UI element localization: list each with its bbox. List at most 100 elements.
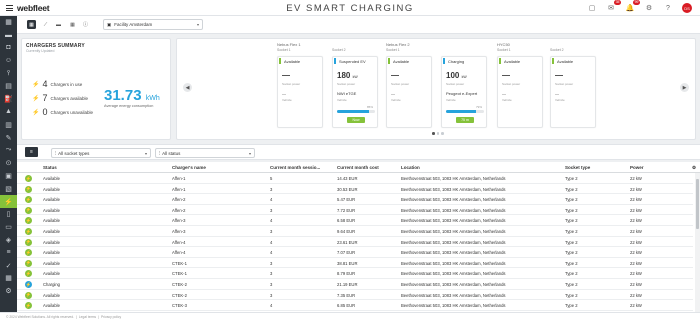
chargers-available: ⚡ 7 Chargers available [32,93,88,103]
table-row[interactable]: ⚡ Available Affen-1 3 30.53 EUR Beethovenstra… [17,184,693,195]
status-plug-icon: ⚡ [25,217,32,225]
pagination-dot[interactable] [436,132,439,135]
gear-icon: ⚙ [5,288,12,296]
privacy-link[interactable]: Privacy policy [101,315,121,319]
sidebar-item-vehicles[interactable]: ▬ [0,29,17,42]
socket-power-number: — [282,71,290,80]
card-action-button[interactable]: 75 m [456,117,474,123]
column-settings-icon[interactable]: ⚙ [692,165,696,171]
column-header-status[interactable]: Status [43,165,57,170]
sidebar-item-people[interactable]: ☺ [0,54,17,67]
sidebar-item-routes[interactable]: ⤳ [0,144,17,157]
status-plug-icon: ⚡ [25,302,32,310]
charger-card[interactable]: Charging 100 kW Socket power Peugeot e-Expe… [441,56,487,128]
facility-select[interactable]: ▣ Facility Amsterdam ▾ [103,19,203,30]
carousel-prev-button[interactable]: ◀ [183,83,192,92]
table-row[interactable]: ⚡ Available CTEK-3 4 6.85 EUR Beethovenstraat… [17,300,693,311]
table-row[interactable]: ⚡ Charging CTEK-2 3 21.19 EUR Beethovenstraat… [17,279,693,290]
sidebar-item-compliance[interactable]: ✓ [0,259,17,272]
building-select-icon: ▣ [107,21,112,27]
chart-view-button[interactable]: ⟋ [41,20,50,29]
sidebar-item-reports[interactable]: ▥ [0,118,17,131]
pagination-dot[interactable] [441,132,444,135]
column-header-power[interactable]: Power [630,165,644,170]
socket-type-filter[interactable]: ⫶ All socket types ▾ [51,148,151,158]
sidebar-item-warnings[interactable]: ▲ [0,106,17,119]
dashboard-view-button[interactable]: ▦ [27,20,36,29]
table-row[interactable]: ⚡ Available Affen-4 4 7.07 EUR Beethovenstraa… [17,247,693,258]
wrench-icon: ✎ [5,134,12,142]
card-status: Suspended EV [334,58,376,64]
card-action-button[interactable]: Now [347,117,365,123]
sidebar-item-list[interactable]: ≡ [0,246,17,259]
card-status-label: Available [284,58,301,64]
plug-icon: ⚡ [4,198,13,206]
settings-icon[interactable]: ⚙ [644,3,654,13]
help-icon[interactable]: ? [663,3,673,13]
column-header-socket-type[interactable]: Socket type [565,165,590,170]
avatar[interactable]: DS [682,3,692,13]
energy-number: 31.73 [104,87,142,104]
cell-sessions: 3 [270,282,273,287]
fuel-icon: ⛽ [4,96,13,104]
list-view-button[interactable]: ≡ [25,147,38,157]
alerts-icon[interactable]: 🔔 99 [625,0,640,13]
table-scrollbar[interactable] [695,173,700,312]
table-row[interactable]: ⚡ Available Affen-4 4 23.61 EUR Beethovenstra… [17,237,693,248]
status-filter[interactable]: ⫶ All status ▾ [155,148,255,158]
status-plug-icon: ⚡ [25,259,32,267]
column-header-name[interactable]: Charger's name [172,165,206,170]
grid-view-button[interactable]: ▦ [68,20,77,29]
notifications-icon[interactable]: ✉ 35 [606,0,621,13]
sidebar-item-tasks[interactable]: ▤ [0,80,17,93]
card-view-button[interactable]: ▬ [54,20,63,29]
table-row[interactable]: ⚡ Available CTEK-1 3 8.79 EUR Beethovenstraat… [17,268,693,279]
sidebar-item-security[interactable]: ◈ [0,234,17,247]
cell-status: Available [43,229,60,234]
sidebar-item-dashboard[interactable]: ▦ [0,16,17,29]
sidebar-item-stats[interactable]: ▧ [0,182,17,195]
column-header-location[interactable]: Location [401,165,420,170]
table-row[interactable]: ⚡ Available Affen-2 4 5.47 EUR Beethovenstraa… [17,194,693,205]
table-row[interactable]: ⚡ Available Affen-3 4 6.58 EUR Beethovenstraa… [17,215,693,226]
cell-location: Beethovenstraat 503, 1083 HK Amsterdam, … [401,186,506,192]
cell-name: Affen-1 [172,186,186,192]
pagination-dot[interactable] [432,132,435,135]
charger-group-title: Nebus Flex 2 [386,42,410,47]
cell-sessions: 4 [270,197,273,203]
charger-card[interactable]: Available — Socket power — Vehicle [386,56,432,128]
plug-unavailable-icon: ⚡ [32,109,40,116]
sidebar-item-ev-charging[interactable]: ⚡ [0,195,17,208]
sidebar-item-data[interactable]: ▦ [0,272,17,285]
sidebar-item-fuel[interactable]: ⛽ [0,93,17,106]
sidebar-item-location[interactable]: ⊙ [0,157,17,170]
column-header-sessions[interactable]: Current month sessio... [270,165,320,170]
sidebar-item-temperature[interactable]: ⫯ [0,67,17,80]
sidebar-item-maintenance[interactable]: ✎ [0,131,17,144]
sidebar-item-sites[interactable]: ▣ [0,170,17,183]
legal-link[interactable]: Legal terms [79,315,96,319]
table-row[interactable]: ⚡ Available Affen-2 3 7.72 EUR Beethovenstraa… [17,205,693,216]
table-row[interactable]: ⚡ Available CTEK-2 3 7.35 EUR Beethovenstraat… [17,290,693,301]
column-header-cost[interactable]: Current month cost [337,165,379,170]
table-row[interactable]: ⚡ Available Affen-3 3 9.64 EUR Beethovenstraa… [17,226,693,237]
info-button[interactable]: ⓘ [81,20,90,29]
charger-card[interactable]: Available — Socket power — Vehicle [497,56,543,128]
sidebar-item-cars[interactable]: ◘ [0,42,17,55]
table-row[interactable]: ⚡ Available CTEK-1 3 38.81 EUR Beethovenstraa… [17,258,693,269]
cell-name: CTEK-1 [172,260,187,266]
apps-icon[interactable]: ▢ [587,3,597,13]
route-icon: ⤳ [5,146,12,154]
sidebar-item-admin[interactable]: ⚙ [0,285,17,298]
charger-card[interactable]: Available — Socket power — Vehicle [277,56,323,128]
cell-socket: Type 2 [565,207,578,213]
charger-card[interactable]: Available — Socket power — Vehicle [550,56,596,128]
table-row[interactable]: ⚡ Available Affen-1 5 14.43 EUR Beethovenstra… [17,173,693,184]
sidebar-item-energy[interactable]: ▯ [0,208,17,221]
charger-card[interactable]: Suspended EV 180 kW Socket power NWI eTGE Ve… [332,56,378,128]
sidebar-item-documents[interactable]: ▭ [0,221,17,234]
cell-socket: Type 2 [565,292,578,298]
scrollbar-thumb[interactable] [696,179,699,229]
carousel-next-button[interactable]: ▶ [680,83,689,92]
pin-icon: ⊙ [5,160,12,168]
